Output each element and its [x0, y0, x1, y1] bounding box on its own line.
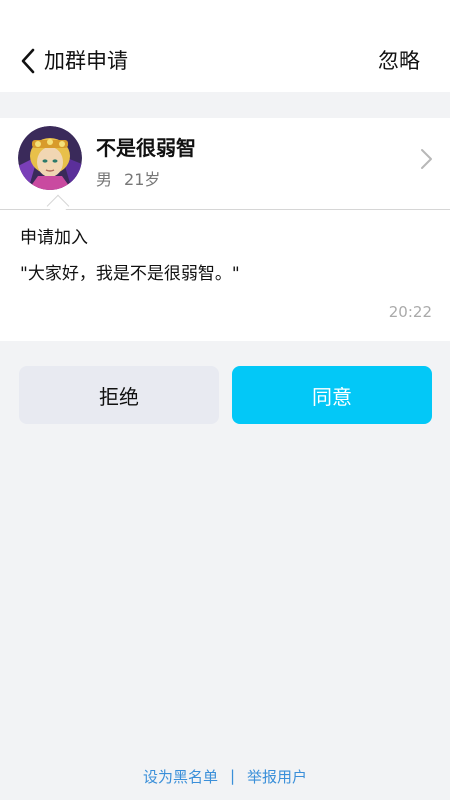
blacklist-link[interactable]: 设为黑名单 — [143, 766, 218, 787]
request-message-box: 申请加入 "大家好，我是不是很弱智。" 20:22 — [0, 210, 450, 341]
report-user-link[interactable]: 举报用户 — [247, 766, 307, 787]
agree-button[interactable]: 同意 — [232, 366, 432, 424]
avatar[interactable] — [18, 126, 82, 190]
reject-button[interactable]: 拒绝 — [19, 366, 219, 424]
chevron-left-icon — [21, 48, 35, 74]
request-time: 20:22 — [388, 303, 432, 321]
user-avatar — [18, 126, 82, 190]
request-label: 申请加入 — [20, 228, 88, 248]
top-bar: 加群申请 忽略 — [0, 0, 450, 92]
footer-links: 设为黑名单 | 举报用户 — [0, 764, 450, 788]
chevron-right-icon — [421, 149, 432, 169]
applicant-card[interactable]: 不是很弱智 男 21岁 — [0, 118, 450, 209]
back-button[interactable] — [14, 44, 42, 78]
applicant-name: 不是很弱智 — [96, 136, 196, 160]
group-request-page: 加群申请 忽略 不是很弱智 男 21岁 申请加入 "大家好，我是不是很弱智。" … — [0, 0, 450, 800]
request-message: "大家好，我是不是很弱智。" — [20, 264, 240, 284]
applicant-gender: 男 — [96, 170, 113, 189]
page-title: 加群申请 — [44, 49, 128, 73]
ignore-button[interactable]: 忽略 — [378, 46, 420, 76]
applicant-age: 21岁 — [124, 170, 161, 189]
applicant-info: 男 21岁 — [96, 168, 160, 192]
footer-separator: | — [229, 767, 236, 785]
